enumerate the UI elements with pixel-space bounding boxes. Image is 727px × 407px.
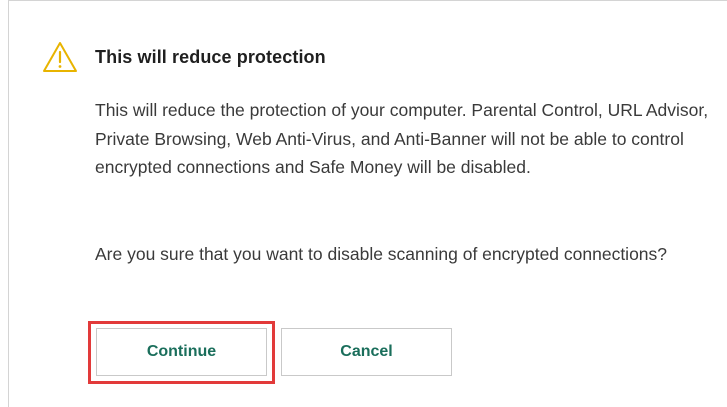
cancel-button[interactable]: Cancel bbox=[281, 328, 452, 376]
page: This will reduce protection This will re… bbox=[0, 0, 727, 407]
dialog-title: This will reduce protection bbox=[95, 47, 326, 67]
confirmation-dialog: This will reduce protection This will re… bbox=[8, 0, 727, 407]
dialog-message: This will reduce the protection of your … bbox=[95, 100, 709, 177]
warning-triangle-icon bbox=[43, 42, 77, 72]
continue-button[interactable]: Continue bbox=[96, 328, 267, 376]
dialog-question: Are you sure that you want to disable sc… bbox=[95, 244, 668, 264]
